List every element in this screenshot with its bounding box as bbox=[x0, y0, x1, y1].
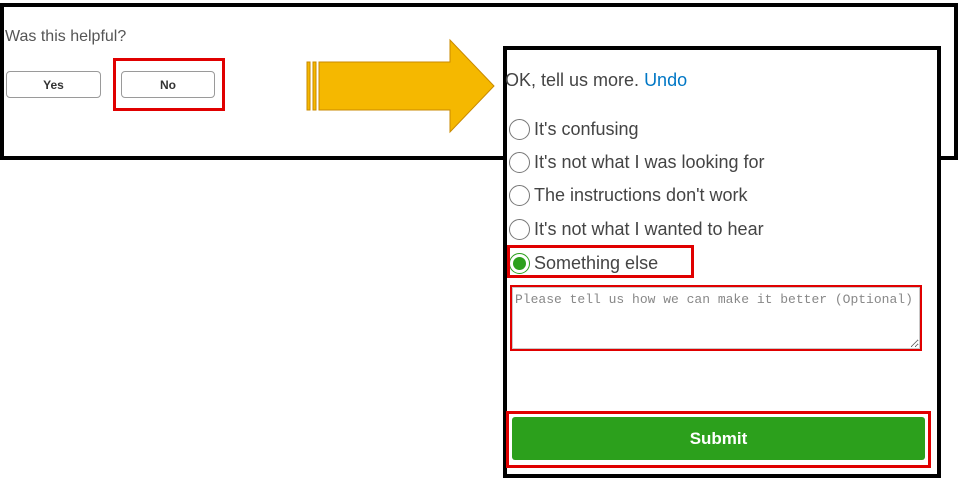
followup-prompt: OK, tell us more. Undo bbox=[505, 70, 687, 91]
option-instructions-dont-work[interactable]: The instructions don't work bbox=[509, 182, 748, 208]
submit-button[interactable]: Submit bbox=[512, 417, 925, 460]
option-label: It's confusing bbox=[534, 118, 639, 139]
right-arrow-icon bbox=[306, 38, 495, 134]
comment-field-highlight bbox=[510, 285, 922, 351]
option-confusing[interactable]: It's confusing bbox=[509, 116, 639, 142]
feedback-question: Was this helpful? bbox=[5, 28, 127, 45]
option-label: The instructions don't work bbox=[534, 184, 748, 205]
option-not-looking-for[interactable]: It's not what I was looking for bbox=[509, 149, 765, 175]
no-button-highlight bbox=[113, 58, 225, 111]
undo-link[interactable]: Undo bbox=[644, 70, 687, 90]
radio-button[interactable] bbox=[509, 218, 530, 240]
something-else-highlight bbox=[507, 245, 694, 278]
option-label: It's not what I wanted to hear bbox=[534, 218, 764, 239]
radio-button[interactable] bbox=[509, 184, 530, 206]
prompt-text: OK, tell us more. bbox=[505, 70, 640, 90]
option-not-wanted[interactable]: It's not what I wanted to hear bbox=[509, 216, 764, 242]
option-label: It's not what I was looking for bbox=[534, 151, 765, 172]
radio-button[interactable] bbox=[509, 118, 530, 140]
yes-button[interactable]: Yes bbox=[6, 71, 101, 98]
radio-button[interactable] bbox=[509, 151, 530, 173]
comment-textarea[interactable] bbox=[512, 287, 920, 349]
